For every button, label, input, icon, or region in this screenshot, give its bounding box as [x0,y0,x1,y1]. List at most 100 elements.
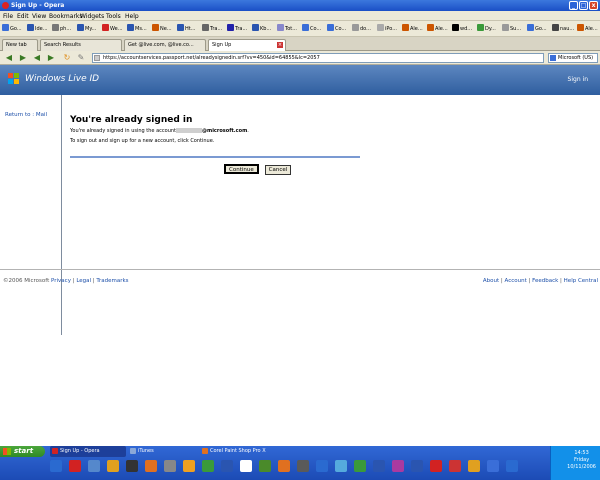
menu-edit[interactable]: Edit [17,13,29,20]
tab-new-tab[interactable]: New tab [2,39,38,51]
quick-launch-icon[interactable] [487,460,499,472]
quick-launch-icon[interactable] [183,460,195,472]
bookmark-item[interactable]: Ale... [402,24,425,34]
quick-launch-icon[interactable] [278,460,290,472]
quick-launch-icon[interactable] [202,460,214,472]
account-link[interactable]: Account [505,278,527,284]
feedback-link[interactable]: Feedback [532,278,558,284]
bookmark-item[interactable]: Kb... [252,24,275,34]
system-tray: 14:53 Friday 10/11/2006 [550,446,600,480]
opera-logo-icon [2,2,9,9]
bookmark-item[interactable]: Ale... [577,24,600,34]
tab-get-live[interactable]: Get @live.com, @live.co... [124,39,206,51]
quick-launch-icon[interactable] [88,460,100,472]
window-title: Sign Up - Opera [11,2,65,9]
bookmark-item[interactable]: do... [352,24,375,34]
tab-search-results[interactable]: Search Results [40,39,122,51]
bookmark-item[interactable]: Dy... [477,24,500,34]
menu-widgets[interactable]: Widgets [80,13,104,20]
bookmark-item[interactable]: Su... [502,24,525,34]
bookmark-item[interactable]: iPo... [377,24,400,34]
menu-view[interactable]: View [32,13,46,20]
bookmark-icon [402,24,409,31]
edit-icon[interactable]: ✎ [76,53,86,63]
bookmark-item[interactable]: Ide... [27,24,50,34]
quick-launch-icon[interactable] [506,460,518,472]
trademarks-link[interactable]: Trademarks [96,278,128,284]
sign-in-link[interactable]: Sign in [568,76,588,83]
quick-launch-icon[interactable] [316,460,328,472]
quick-launch-icon[interactable] [145,460,157,472]
close-button[interactable]: x [589,1,598,10]
quick-launch-icon[interactable] [221,460,233,472]
left-nav: Return to : Mail [0,95,62,335]
reload-icon[interactable]: ↻ [62,53,72,63]
continue-button[interactable]: Continue [224,164,259,174]
bookmark-item[interactable]: Ne... [152,24,175,34]
legal-link[interactable]: Legal [76,278,91,284]
menu-bookmarks[interactable]: Bookmarks [49,13,83,20]
quick-launch-icon[interactable] [392,460,404,472]
quick-launch-icon[interactable] [354,460,366,472]
quick-launch-icon[interactable] [164,460,176,472]
privacy-link[interactable]: Privacy [51,278,71,284]
bookmark-item[interactable]: wd... [452,24,475,34]
bookmark-item[interactable]: Co... [327,24,350,34]
menu-file[interactable]: File [3,13,13,20]
minimize-button[interactable]: _ [569,1,578,10]
quick-launch-icon[interactable] [69,460,81,472]
tab-sign-up[interactable]: Sign Up × [208,39,286,51]
bookmark-icon [227,24,234,31]
search-engine-box[interactable]: Microsoft (US) [548,53,598,63]
bookmark-icon [2,24,9,31]
bookmark-item[interactable]: Tot... [277,24,300,34]
bookmark-item[interactable]: Ms... [127,24,150,34]
quick-launch-icon[interactable] [107,460,119,472]
quick-launch-icon[interactable] [50,460,62,472]
taskbar-item-itunes[interactable]: iTunes [128,446,198,457]
bookmark-item[interactable]: Ale... [427,24,450,34]
menu-help[interactable]: Help [125,13,139,20]
address-input[interactable] [92,53,544,63]
about-link[interactable]: About [483,278,499,284]
bookmark-icon [152,24,159,31]
quick-launch-icon[interactable] [430,460,442,472]
help-central-link[interactable]: Help Central [564,278,598,284]
paintshop-icon [202,448,208,454]
bookmark-item[interactable]: My... [77,24,100,34]
bookmark-item[interactable]: Tra... [202,24,225,34]
quick-launch-icon[interactable] [240,460,252,472]
bookmark-item[interactable]: ph... [52,24,75,34]
fast-forward-button[interactable]: ▶ [46,53,56,63]
bookmark-item[interactable]: Go... [2,24,25,34]
maximize-button[interactable]: □ [579,1,588,10]
bookmark-item[interactable]: We... [102,24,125,34]
cancel-button[interactable]: Cancel [264,165,292,175]
quick-launch-icon[interactable] [411,460,423,472]
quick-launch-icon[interactable] [335,460,347,472]
footer-left: ©2006 Microsoft Privacy | Legal | Tradem… [3,278,129,284]
bookmark-item[interactable]: nau... [552,24,575,34]
quick-launch-icon[interactable] [297,460,309,472]
bookmark-item[interactable]: Tra... [227,24,250,34]
quick-launch-icon[interactable] [449,460,461,472]
quick-launch-icon[interactable] [468,460,480,472]
quick-launch-icon[interactable] [126,460,138,472]
quick-launch-icon[interactable] [259,460,271,472]
quick-launch-icon[interactable] [373,460,385,472]
taskbar-item-opera[interactable]: Sign Up - Opera [50,446,126,457]
return-to-mail-link[interactable]: Return to : Mail [5,112,47,118]
menu-bar: File Edit View Bookmarks Widgets Tools H… [0,11,600,21]
forward-button[interactable]: ▶ [18,53,28,63]
bookmark-item[interactable]: Ht... [177,24,200,34]
taskbar-item-paintshop[interactable]: Corel Paint Shop Pro X [200,446,280,457]
close-tab-icon[interactable]: × [277,42,283,48]
bookmark-item[interactable]: Co... [302,24,325,34]
bookmark-item[interactable]: Go... [527,24,550,34]
section-divider [70,156,360,158]
bookmark-icon [327,24,334,31]
rewind-button[interactable]: ◀ [32,53,42,63]
menu-tools[interactable]: Tools [106,13,121,20]
start-button[interactable]: start [0,446,45,457]
back-button[interactable]: ◀ [4,53,14,63]
